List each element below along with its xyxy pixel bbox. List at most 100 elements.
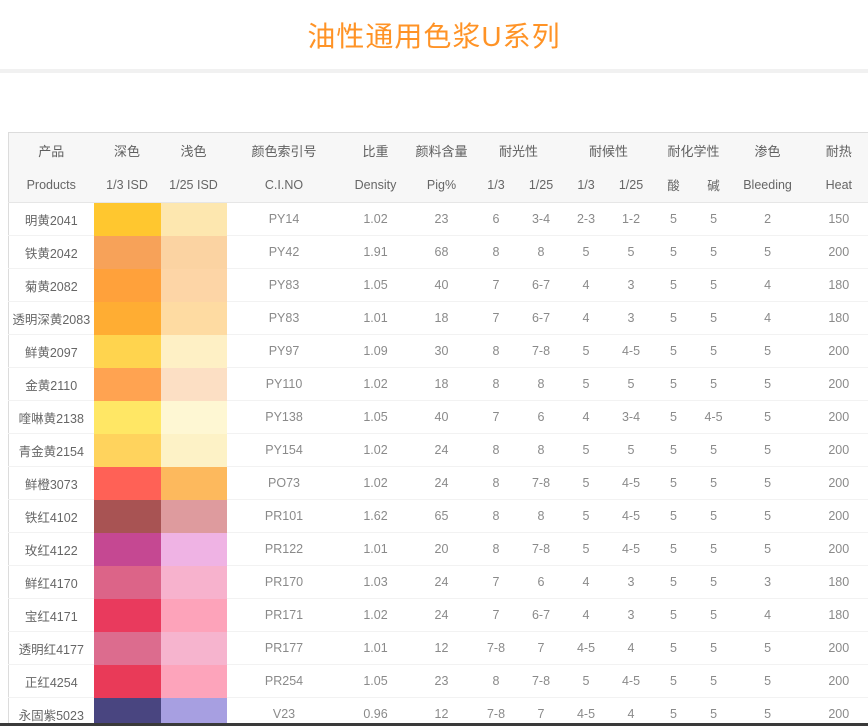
alkali-cell: 5 <box>694 236 734 269</box>
lightfast-13-cell: 8 <box>474 500 519 533</box>
table-container: 产品 深色 浅色 颜色索引号 比重 颜料含量 耐光性 耐候性 耐化学性 渗色 耐… <box>8 132 868 726</box>
alkali-cell: 5 <box>694 632 734 665</box>
col-bleeding-cn: 渗色 <box>734 133 802 168</box>
pig-cell: 68 <box>410 236 474 269</box>
heat-cell: 180 <box>802 566 868 599</box>
lightfast-125-cell: 8 <box>519 368 564 401</box>
weather-13-cell: 4 <box>564 269 609 302</box>
acid-cell: 5 <box>654 467 694 500</box>
lightfast-125-cell: 7 <box>519 632 564 665</box>
lightfast-13-cell: 7 <box>474 566 519 599</box>
weather-125-cell: 4-5 <box>609 467 654 500</box>
lightfast-125-cell: 6-7 <box>519 269 564 302</box>
cino-cell: PR254 <box>227 665 342 698</box>
title-bar: 油性通用色浆U系列 <box>0 0 868 69</box>
pig-cell: 40 <box>410 269 474 302</box>
acid-cell: 5 <box>654 434 694 467</box>
heat-cell: 180 <box>802 302 868 335</box>
lightfast-125-cell: 7-8 <box>519 665 564 698</box>
lightfast-13-cell: 8 <box>474 467 519 500</box>
heat-cell: 200 <box>802 434 868 467</box>
weather-13-cell: 5 <box>564 335 609 368</box>
bleeding-cell: 5 <box>734 434 802 467</box>
dark-color-swatch <box>94 533 161 566</box>
lightfast-13-cell: 7-8 <box>474 698 519 726</box>
weather-125-cell: 3 <box>609 566 654 599</box>
dark-color-swatch <box>94 302 161 335</box>
lightfast-125-cell: 7 <box>519 698 564 726</box>
cino-cell: PY83 <box>227 269 342 302</box>
light-color-swatch <box>161 269 227 302</box>
cino-cell: PY110 <box>227 368 342 401</box>
lightfast-13-cell: 8 <box>474 368 519 401</box>
cino-cell: PR171 <box>227 599 342 632</box>
product-name: 正红4254 <box>9 665 94 698</box>
cino-cell: PR170 <box>227 566 342 599</box>
weather-13-cell: 4 <box>564 566 609 599</box>
light-color-swatch <box>161 434 227 467</box>
lightfast-125-cell: 6 <box>519 401 564 434</box>
lightfast-13-cell: 7 <box>474 401 519 434</box>
lightfast-125-cell: 8 <box>519 500 564 533</box>
lightfast-125-cell: 3-4 <box>519 203 564 236</box>
alkali-cell: 5 <box>694 665 734 698</box>
col-weather-13: 1/3 <box>564 168 609 203</box>
light-color-swatch <box>161 203 227 236</box>
pig-cell: 18 <box>410 368 474 401</box>
density-cell: 1.02 <box>342 368 410 401</box>
bleeding-cell: 4 <box>734 599 802 632</box>
heat-cell: 200 <box>802 500 868 533</box>
col-heat-cn: 耐热 <box>802 133 868 168</box>
weather-125-cell: 1-2 <box>609 203 654 236</box>
col-lightfast-13: 1/3 <box>474 168 519 203</box>
weather-13-cell: 4-5 <box>564 632 609 665</box>
product-name: 青金黄2154 <box>9 434 94 467</box>
product-name: 鲜橙3073 <box>9 467 94 500</box>
dark-color-swatch <box>94 434 161 467</box>
lightfast-125-cell: 8 <box>519 236 564 269</box>
cino-cell: V23 <box>227 698 342 726</box>
lightfast-125-cell: 7-8 <box>519 467 564 500</box>
light-color-swatch <box>161 698 227 726</box>
weather-125-cell: 5 <box>609 236 654 269</box>
density-cell: 1.02 <box>342 467 410 500</box>
col-dark-en: 1/3 ISD <box>94 168 161 203</box>
table-header: 产品 深色 浅色 颜色索引号 比重 颜料含量 耐光性 耐候性 耐化学性 渗色 耐… <box>9 133 868 203</box>
alkali-cell: 5 <box>694 533 734 566</box>
cino-cell: PR122 <box>227 533 342 566</box>
col-acid: 酸 <box>654 168 694 203</box>
col-cino-en: C.I.NO <box>227 168 342 203</box>
weather-13-cell: 2-3 <box>564 203 609 236</box>
bleeding-cell: 5 <box>734 533 802 566</box>
alkali-cell: 5 <box>694 599 734 632</box>
lightfast-125-cell: 7-8 <box>519 533 564 566</box>
product-name: 透明红4177 <box>9 632 94 665</box>
acid-cell: 5 <box>654 269 694 302</box>
weather-125-cell: 3 <box>609 302 654 335</box>
dark-color-swatch <box>94 566 161 599</box>
col-heat-en: Heat <box>802 168 868 203</box>
product-name: 金黄2110 <box>9 368 94 401</box>
lightfast-13-cell: 7 <box>474 599 519 632</box>
weather-125-cell: 3-4 <box>609 401 654 434</box>
density-cell: 1.02 <box>342 434 410 467</box>
table-row: 明黄2041PY141.022363-42-31-2552150 <box>9 203 868 236</box>
lightfast-125-cell: 6-7 <box>519 302 564 335</box>
density-cell: 1.62 <box>342 500 410 533</box>
acid-cell: 5 <box>654 302 694 335</box>
weather-125-cell: 4 <box>609 632 654 665</box>
alkali-cell: 5 <box>694 302 734 335</box>
dark-color-swatch <box>94 500 161 533</box>
acid-cell: 5 <box>654 500 694 533</box>
bleeding-cell: 5 <box>734 500 802 533</box>
product-name: 铁红4102 <box>9 500 94 533</box>
heat-cell: 200 <box>802 665 868 698</box>
lightfast-13-cell: 7 <box>474 269 519 302</box>
col-density-cn: 比重 <box>342 133 410 168</box>
weather-125-cell: 4-5 <box>609 665 654 698</box>
heat-cell: 200 <box>802 335 868 368</box>
dark-color-swatch <box>94 467 161 500</box>
page: 油性通用色浆U系列 产品 深色 浅色 颜色索引号 比重 颜料含量 耐光性 <box>0 0 868 726</box>
table-row: 宝红4171PR1711.022476-743554180 <box>9 599 868 632</box>
col-light-cn: 浅色 <box>161 133 227 168</box>
